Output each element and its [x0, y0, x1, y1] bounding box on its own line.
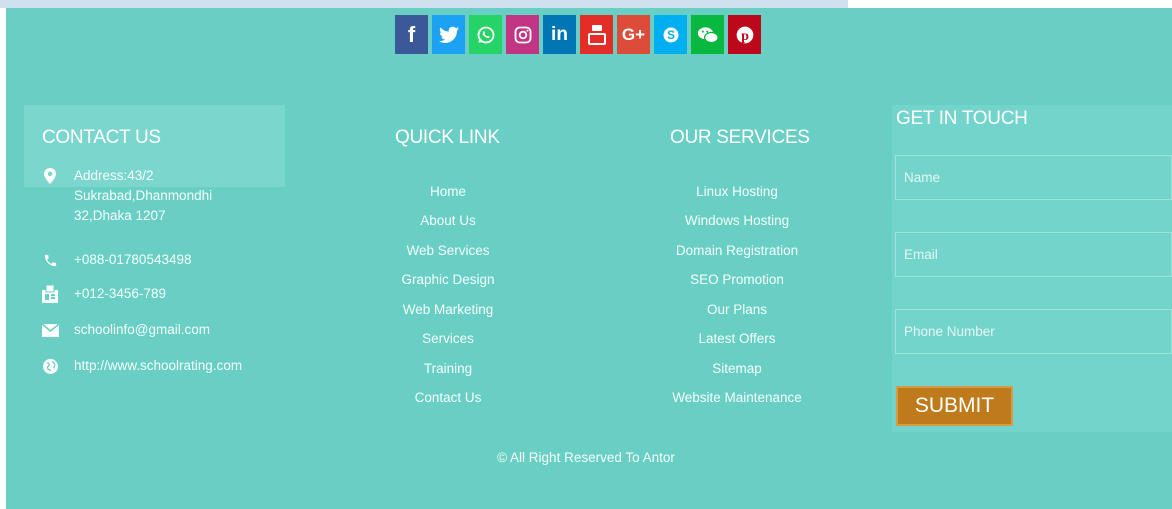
facebook-icon[interactable]: f [395, 15, 428, 54]
linkedin-icon[interactable]: in [543, 15, 576, 54]
service-sitemap[interactable]: Sitemap [712, 361, 762, 376]
quick-link-services[interactable]: Services [422, 331, 474, 346]
name-input[interactable] [895, 155, 1172, 200]
contact-phone: +088-01780543498 [40, 250, 244, 270]
service-latest-offers[interactable]: Latest Offers [698, 331, 775, 346]
contact-email-text[interactable]: schoolinfo@gmail.com [74, 320, 244, 340]
pinterest-icon[interactable]: p [728, 15, 761, 54]
service-domain-registration[interactable]: Domain Registration [676, 243, 798, 258]
fax-icon [40, 284, 60, 304]
service-our-plans[interactable]: Our Plans [707, 302, 767, 317]
phone-icon [40, 250, 60, 270]
quick-link-contact-us[interactable]: Contact Us [415, 390, 482, 405]
twitter-icon[interactable] [432, 15, 465, 54]
map-marker-icon [40, 166, 60, 186]
service-windows-hosting[interactable]: Windows Hosting [685, 213, 789, 228]
wechat-icon[interactable] [691, 15, 724, 54]
quick-link-title: QUICK LINK [395, 127, 500, 148]
service-seo-promotion[interactable]: SEO Promotion [690, 272, 784, 287]
phone-number-input[interactable] [895, 309, 1172, 354]
linkedin-glyph: in [551, 23, 568, 45]
our-services-title: OUR SERVICES [670, 127, 810, 148]
google-plus-icon[interactable]: G+ [617, 15, 650, 54]
contact-fax-text: +012-3456-789 [74, 286, 166, 301]
envelope-icon [40, 320, 60, 340]
contact-address: Address:43/2 Sukrabad,Dhanmondhi 32,Dhak… [40, 166, 214, 226]
submit-button[interactable]: SUBMIT [896, 386, 1013, 426]
email-input[interactable] [895, 232, 1172, 277]
svg-text:p: p [741, 28, 749, 44]
quick-link-web-services[interactable]: Web Services [406, 243, 489, 258]
quick-link-about-us[interactable]: About Us [420, 213, 476, 228]
svg-text:S: S [667, 29, 675, 42]
globe-icon [40, 356, 60, 376]
quick-link-training[interactable]: Training [424, 361, 472, 376]
copyright-text: © All Right Reserved To Antor [497, 450, 675, 465]
youtube-icon[interactable] [580, 15, 613, 54]
whatsapp-icon[interactable] [469, 15, 502, 54]
social-icons: f in G+ S p [395, 15, 761, 54]
google-plus-glyph: G+ [621, 24, 646, 44]
facebook-glyph: f [407, 21, 416, 47]
skype-icon[interactable]: S [654, 15, 687, 54]
quick-link-home[interactable]: Home [430, 184, 466, 199]
quick-link-graphic-design[interactable]: Graphic Design [401, 272, 494, 287]
contact-us-title: CONTACT US [42, 127, 161, 148]
contact-email: schoolinfo@gmail.com [40, 320, 244, 340]
instagram-icon[interactable] [506, 15, 539, 54]
contact-fax: +012-3456-789 [40, 284, 244, 304]
contact-address-text: Address:43/2 Sukrabad,Dhanmondhi 32,Dhak… [74, 168, 213, 223]
contact-website: http://www.schoolrating.com [40, 356, 244, 376]
quick-link-web-marketing[interactable]: Web Marketing [403, 302, 494, 317]
contact-phone-text: +088-01780543498 [74, 252, 192, 267]
contact-website-text[interactable]: http://www.schoolrating.com [74, 356, 244, 376]
service-website-maintenance[interactable]: Website Maintenance [672, 390, 802, 405]
top-strip [0, 0, 848, 8]
get-in-touch-title: GET IN TOUCH [896, 108, 1028, 129]
service-linux-hosting[interactable]: Linux Hosting [696, 184, 778, 199]
